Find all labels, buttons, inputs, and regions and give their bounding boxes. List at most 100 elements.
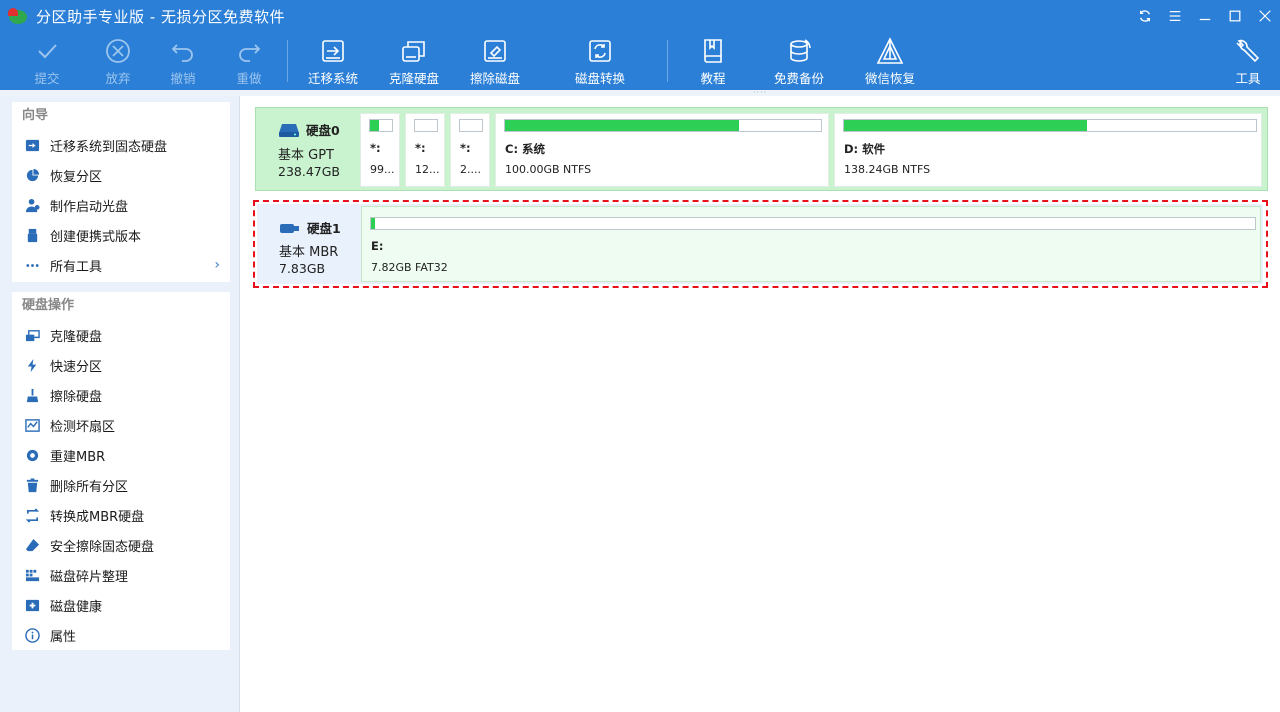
clone-disk-button[interactable]: 克隆硬盘 [386, 36, 442, 88]
partition-info: 7.82GB FAT32 [371, 261, 448, 274]
commit-button[interactable]: 提交 [28, 36, 66, 88]
partition-block-d[interactable]: D: 软件 138.24GB NTFS [834, 113, 1262, 187]
partition-info: 12... [415, 163, 440, 176]
wizard-item-all-tools[interactable]: 所有工具 › [12, 250, 230, 280]
rebuild-icon [24, 447, 40, 463]
disk-map-area: 硬盘0 基本 GPT 238.47GB *: 99... *: 12... *:… [241, 96, 1280, 712]
tools-label: 工具 [1235, 71, 1261, 86]
discard-label: 放弃 [105, 71, 131, 86]
wizard-item-boot-disc[interactable]: 制作启动光盘 [12, 190, 230, 220]
disk-op-rebuild-mbr[interactable]: 重建MBR [12, 440, 230, 470]
wizard-panel: 向导 迁移系统到固态硬盘 恢复分区 制作启动光盘 创建便携式版本 所有工具 › [12, 102, 230, 282]
partition-info: 99... [370, 163, 395, 176]
discard-button[interactable]: 放弃 [99, 36, 137, 88]
wechat-recovery-button[interactable]: 微信恢复 [862, 36, 918, 88]
redo-button[interactable]: 重做 [230, 36, 268, 88]
disk-op-properties[interactable]: 属性 [12, 620, 230, 650]
disk-op-label: 检测坏扇区 [50, 419, 116, 435]
defrag-icon [24, 567, 40, 583]
usage-bar [459, 119, 483, 132]
migrate-os-label: 迁移系统 [307, 71, 358, 86]
dots-icon [24, 257, 40, 273]
menu-icon[interactable] [1160, 0, 1190, 32]
disk-op-defrag[interactable]: 磁盘碎片整理 [12, 560, 230, 590]
partition-label: E: [371, 239, 384, 253]
disk-op-delete-all[interactable]: 删除所有分区 [12, 470, 230, 500]
wizard-item-label: 迁移系统到固态硬盘 [50, 139, 168, 155]
wizard-item-label: 恢复分区 [50, 169, 103, 185]
partition-block[interactable]: *: 99... [360, 113, 400, 187]
disk-info-1[interactable]: 硬盘1 基本 MBR 7.83GB [257, 204, 361, 286]
toolbar: 提交 放弃 撤销 重做 迁移系统 克隆硬盘 擦除磁盘 磁盘转换 教程 免费备份 … [0, 32, 1280, 90]
disk-op-secure-erase-ssd[interactable]: 安全擦除固态硬盘 [12, 530, 230, 560]
free-backup-label: 免费备份 [773, 71, 824, 86]
disk-row-0[interactable]: 硬盘0 基本 GPT 238.47GB *: 99... *: 12... *:… [255, 107, 1268, 191]
wipe-disk-button[interactable]: 擦除磁盘 [467, 36, 523, 88]
partition-block[interactable]: *: 12... [405, 113, 445, 187]
redo-label: 重做 [236, 71, 262, 86]
toolbar-separator [667, 40, 668, 82]
wizard-item-label: 创建便携式版本 [50, 229, 142, 245]
disk-op-bad-sectors[interactable]: 检测坏扇区 [12, 410, 230, 440]
maximize-icon[interactable] [1220, 0, 1250, 32]
disk-name: 硬盘1 [307, 221, 341, 236]
partition-block-c[interactable]: C: 系统 100.00GB NTFS [495, 113, 829, 187]
disk-op-wipe[interactable]: 擦除硬盘 [12, 380, 230, 410]
disk-ops-panel: 硬盘操作 克隆硬盘 快速分区 擦除硬盘 检测坏扇区 重建MBR 删除所有分区 转… [12, 292, 230, 650]
disk-ops-title: 硬盘操作 [22, 298, 75, 313]
disk-op-label: 删除所有分区 [50, 479, 129, 495]
hdd-icon [279, 123, 299, 137]
disk-op-label: 安全擦除固态硬盘 [50, 539, 155, 555]
disk-info-0[interactable]: 硬盘0 基本 GPT 238.47GB [256, 108, 360, 190]
free-backup-button[interactable]: 免费备份 [771, 36, 827, 88]
disk-op-convert-mbr[interactable]: 转换成MBR硬盘 [12, 500, 230, 530]
disk-op-health[interactable]: 磁盘健康 [12, 590, 230, 620]
undo-label: 撤销 [170, 71, 196, 86]
health-icon [24, 597, 40, 613]
usage-bar [843, 119, 1257, 132]
partition-block[interactable]: *: 2.... [450, 113, 490, 187]
undo-button[interactable]: 撤销 [164, 36, 202, 88]
minimize-icon[interactable] [1190, 0, 1220, 32]
partition-label: D: 软件 [844, 142, 886, 156]
title-bar: 分区助手专业版 - 无损分区免费软件 [0, 0, 1280, 32]
usage-fill [371, 218, 375, 229]
chart-icon [24, 417, 40, 433]
trash-icon [24, 477, 40, 493]
partition-label: *: [415, 141, 426, 155]
tools-button[interactable]: 工具 [1229, 36, 1267, 88]
wizard-item-migrate-os[interactable]: 迁移系统到固态硬盘 [12, 130, 230, 160]
tutorial-button[interactable]: 教程 [694, 36, 732, 88]
wechat-recovery-label: 微信恢复 [864, 71, 915, 86]
usb-icon [24, 227, 40, 243]
partition-label: C: 系统 [505, 142, 546, 156]
person-icon [24, 197, 40, 213]
disk-op-label: 快速分区 [50, 359, 103, 375]
disk-convert-button[interactable]: 磁盘转换 [572, 36, 628, 88]
migrate-os-button[interactable]: 迁移系统 [305, 36, 361, 88]
usage-bar [504, 119, 822, 132]
commit-label: 提交 [34, 71, 60, 86]
usb-drive-icon [280, 223, 299, 233]
partition-info: 2.... [460, 163, 481, 176]
broom-icon [24, 387, 40, 403]
disk-op-clone[interactable]: 克隆硬盘 [12, 320, 230, 350]
usage-fill [844, 120, 1088, 131]
usage-bar [369, 119, 393, 132]
wizard-item-recover-partition[interactable]: 恢复分区 [12, 160, 230, 190]
wizard-item-portable[interactable]: 创建便携式版本 [12, 220, 230, 250]
refresh-icon[interactable] [1130, 0, 1160, 32]
disk-convert-label: 磁盘转换 [574, 71, 625, 86]
disk-size: 238.47GB [278, 164, 340, 179]
disk-op-label: 属性 [50, 629, 77, 645]
partition-block-e[interactable]: E: 7.82GB FAT32 [361, 206, 1261, 282]
wipe-disk-label: 擦除磁盘 [469, 71, 520, 86]
app-logo-icon [8, 6, 28, 26]
disk-row-1[interactable]: 硬盘1 基本 MBR 7.83GB E: 7.82GB FAT32 [257, 204, 1263, 284]
disk-size: 7.83GB [279, 261, 326, 276]
partition-label: *: [370, 141, 381, 155]
convert-icon [24, 507, 40, 523]
close-icon[interactable] [1250, 0, 1280, 32]
disk-op-quick-partition[interactable]: 快速分区 [12, 350, 230, 380]
disk-name: 硬盘0 [306, 123, 340, 138]
